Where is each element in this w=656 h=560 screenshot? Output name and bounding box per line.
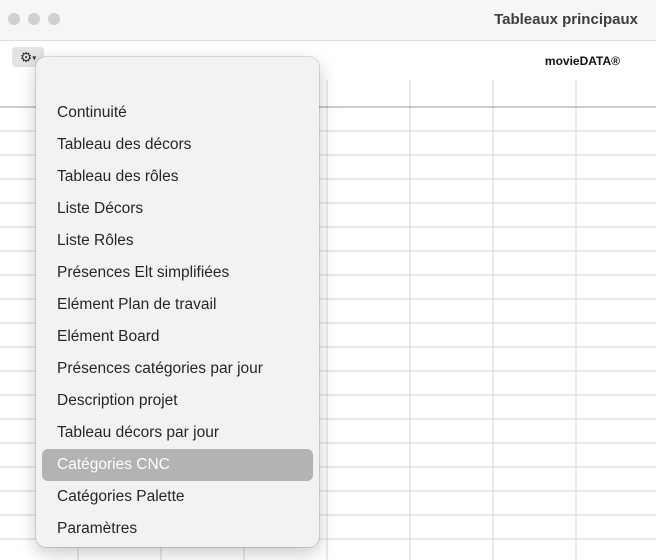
menu-item[interactable]: Elément Board (42, 321, 313, 353)
window-title: Tableaux principaux (494, 11, 638, 28)
menu-item[interactable]: Présences catégories par jour (42, 353, 313, 385)
menu-item[interactable]: Tableau décors par jour (42, 417, 313, 449)
minimize-window-button[interactable] (28, 13, 40, 25)
menu-item[interactable]: Liste Rôles (42, 225, 313, 257)
close-window-button[interactable] (8, 13, 20, 25)
menu-item[interactable]: Catégories Palette (42, 481, 313, 513)
brand-label: movieDATA® (544, 54, 620, 68)
main-window: Tableaux principaux ⚙▾ movieDATA® Contin… (0, 0, 656, 560)
menu-item[interactable]: Elément Plan de travail (42, 289, 313, 321)
menu-item[interactable]: Continuité (42, 97, 313, 129)
zoom-window-button[interactable] (48, 13, 60, 25)
menu-item[interactable]: Catégories CNC (42, 449, 313, 481)
chevron-down-icon: ▾ (32, 53, 37, 63)
menu-item[interactable]: Liste Décors (42, 193, 313, 225)
title-bar: Tableaux principaux (0, 0, 656, 41)
action-popup-menu: Continuité Tableau des décors Tableau des … (36, 57, 319, 547)
menu-item[interactable]: Tableau des rôles (42, 161, 313, 193)
menu-item[interactable]: Présences Elt simplifiées (42, 257, 313, 289)
menu-item[interactable]: Description projet (42, 385, 313, 417)
gear-icon: ⚙ (19, 49, 33, 65)
menu-item[interactable]: Paramètres (42, 513, 313, 545)
menu-item[interactable]: Tableau des décors (42, 129, 313, 161)
